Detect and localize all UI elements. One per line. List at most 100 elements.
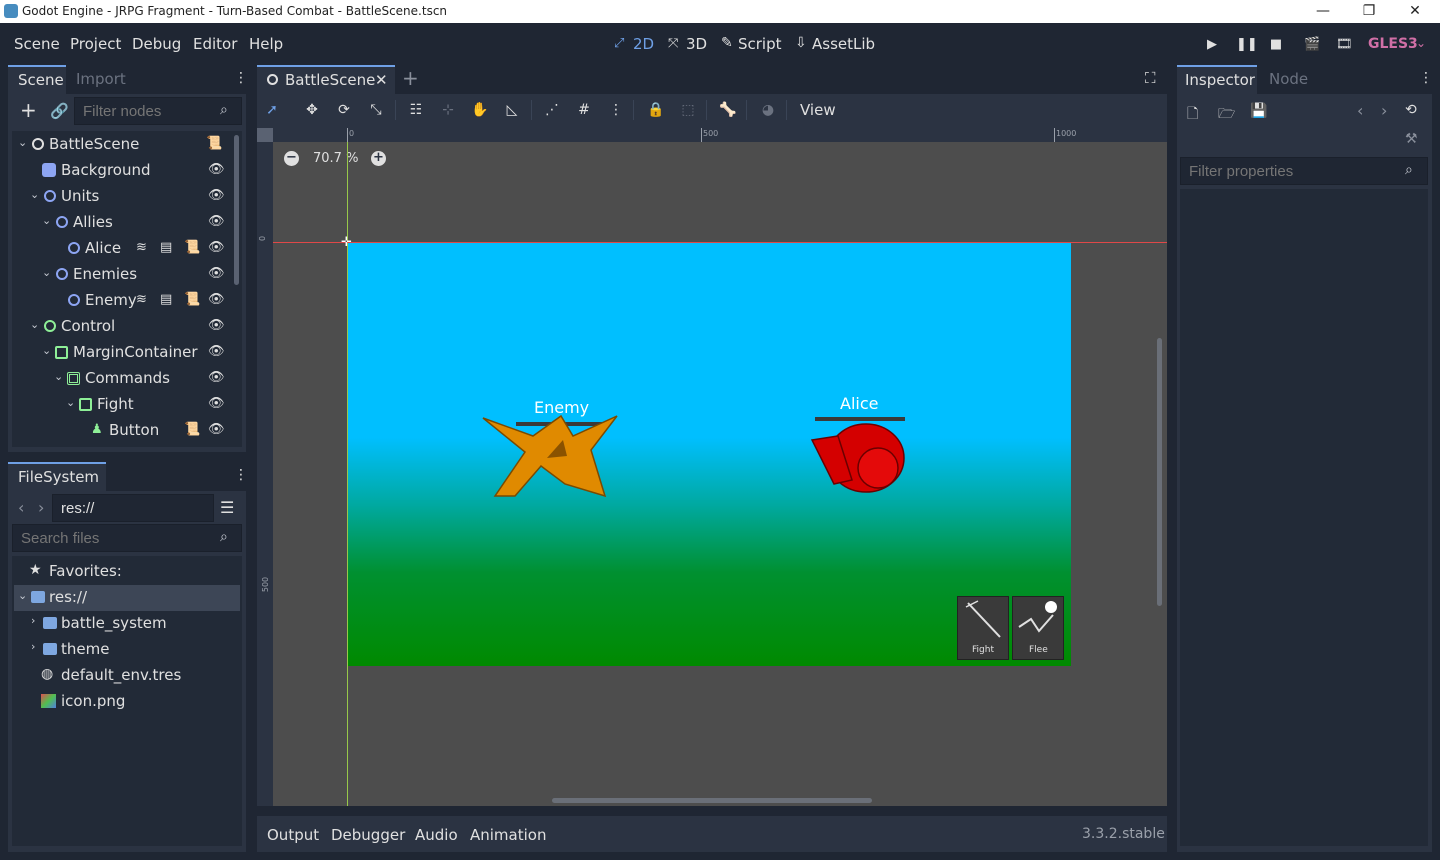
script-icon[interactable]: 📜	[184, 240, 200, 255]
tree-node-background[interactable]: Background 👁	[14, 158, 240, 184]
group-icon[interactable]: ⬚	[678, 100, 698, 120]
renderer-select[interactable]: GLES3	[1368, 36, 1418, 52]
lock-icon[interactable]: 🔒	[646, 100, 666, 120]
visibility-eye-icon[interactable]: 👁	[208, 189, 225, 203]
camera-icon[interactable]: ◕	[758, 100, 778, 120]
pivot-icon[interactable]: ⊹	[438, 100, 458, 120]
tab-scene[interactable]: Scene	[8, 65, 66, 94]
dock-menu-icon[interactable]: ⋮	[1419, 70, 1433, 86]
tab-battlescene[interactable]: BattleScene ✕	[257, 65, 395, 94]
file-item-icon-png[interactable]: icon.png	[14, 689, 240, 715]
split-view-icon[interactable]: ☰	[220, 498, 234, 517]
zoom-level[interactable]: 70.7 %	[313, 151, 358, 166]
forward-arrow-icon[interactable]: ›	[38, 498, 44, 517]
add-node-button[interactable]: +	[20, 100, 37, 120]
menu-help[interactable]: Help	[249, 35, 283, 53]
signal-icon[interactable]: ≋	[136, 240, 147, 255]
play-scene-button[interactable]: 🎬	[1304, 37, 1320, 53]
zoom-out-button[interactable]: −	[284, 151, 299, 166]
play-custom-scene-button[interactable]: 🎞	[1336, 37, 1353, 53]
tree-node-enemies[interactable]: ⌄ Enemies 👁	[14, 262, 240, 288]
forward-arrow-icon[interactable]: ›	[1381, 101, 1387, 120]
new-resource-icon[interactable]: 🗋	[1187, 103, 1198, 127]
open-folder-icon[interactable]: 🗁	[1218, 103, 1235, 127]
view-menu[interactable]: View	[800, 101, 836, 119]
tab-node[interactable]: Node	[1269, 70, 1308, 88]
file-item-default-env[interactable]: ◍ default_env.tres	[14, 663, 240, 689]
zoom-in-button[interactable]: +	[371, 151, 386, 166]
vertical-scrollbar[interactable]	[1157, 338, 1162, 606]
pause-button[interactable]: ❚❚	[1236, 37, 1258, 53]
maximize-button[interactable]: ❐	[1346, 0, 1392, 23]
pan-hand-icon[interactable]: ✋	[470, 100, 490, 120]
close-tab-icon[interactable]: ✕	[375, 71, 388, 89]
horizontal-scrollbar[interactable]	[552, 798, 872, 803]
script-icon[interactable]: 📜	[206, 136, 222, 151]
visibility-eye-icon[interactable]: 👁	[208, 267, 225, 281]
path-input[interactable]	[52, 494, 214, 522]
ruler-icon[interactable]: ◺	[502, 100, 522, 120]
tab-filesystem[interactable]: FileSystem	[8, 462, 106, 491]
filter-properties-input[interactable]	[1180, 157, 1428, 185]
back-arrow-icon[interactable]: ‹	[18, 498, 24, 517]
play-button[interactable]: ▶	[1204, 37, 1220, 53]
dock-menu-icon[interactable]: ⋮	[234, 70, 248, 86]
tab-audio[interactable]: Audio	[415, 826, 458, 844]
tree-node-enemy[interactable]: Enemy ≋ ▤ 📜 👁	[14, 288, 240, 314]
new-tab-button[interactable]: +	[402, 66, 419, 90]
grid-snap-icon[interactable]: #	[574, 100, 594, 120]
tab-animation[interactable]: Animation	[470, 826, 546, 844]
visibility-eye-icon[interactable]: 👁	[208, 163, 225, 177]
tab-output[interactable]: Output	[267, 826, 319, 844]
rotate-mode-icon[interactable]: ⟳	[334, 100, 354, 120]
tree-node-commands[interactable]: ⌄ Commands 👁	[14, 366, 240, 392]
select-mode-icon[interactable]: ➚	[262, 100, 282, 120]
snap-options-icon[interactable]: ⋮	[606, 100, 626, 120]
fullscreen-icon[interactable]: ⛶	[1145, 69, 1156, 87]
visibility-eye-icon[interactable]: 👁	[208, 423, 225, 437]
minimize-button[interactable]: —	[1300, 0, 1346, 23]
tab-inspector[interactable]: Inspector	[1177, 65, 1257, 94]
scale-mode-icon[interactable]: ⤡	[366, 100, 386, 120]
visibility-eye-icon[interactable]: 👁	[208, 293, 225, 307]
signal-icon[interactable]: ≋	[136, 292, 147, 307]
group-icon[interactable]: ▤	[160, 240, 172, 255]
tree-node-fight[interactable]: ⌄ Fight 👁	[14, 392, 240, 418]
stop-button[interactable]: ■	[1268, 37, 1284, 53]
visibility-eye-icon[interactable]: 👁	[208, 241, 225, 255]
menu-scene[interactable]: Scene	[14, 35, 60, 53]
flee-button[interactable]: Flee	[1012, 596, 1064, 660]
tree-node-units[interactable]: ⌄ Units 👁	[14, 184, 240, 210]
tree-node-battlescene[interactable]: ⌄ BattleScene 📜	[14, 132, 240, 158]
close-window-button[interactable]: ✕	[1392, 0, 1438, 23]
alice-name-label[interactable]: Alice	[840, 394, 878, 413]
tab-debugger[interactable]: Debugger	[331, 826, 405, 844]
dock-menu-icon[interactable]: ⋮	[234, 467, 248, 483]
canvas-viewport[interactable]: 0 500 1000 0 500 − 70.7 % + ✛ Enemy Alic…	[257, 128, 1167, 806]
filter-nodes-input[interactable]	[74, 97, 242, 125]
back-arrow-icon[interactable]: ‹	[1357, 101, 1363, 120]
visibility-eye-icon[interactable]: 👁	[208, 397, 225, 411]
visibility-eye-icon[interactable]: 👁	[208, 345, 225, 359]
tree-node-button[interactable]: ♟ Button 📜 👁	[14, 418, 240, 444]
instance-scene-icon[interactable]: 🔗	[50, 102, 69, 120]
script-icon[interactable]: 📜	[184, 292, 200, 307]
file-item-res[interactable]: ⌄ res://	[14, 585, 240, 611]
smart-snap-icon[interactable]: ⋰	[542, 100, 562, 120]
script-icon[interactable]: 📜	[184, 422, 200, 437]
tools-icon[interactable]: ⚒	[1405, 131, 1418, 147]
alice-sprite[interactable]	[808, 420, 918, 500]
fight-button[interactable]: Fight	[957, 596, 1009, 660]
save-icon[interactable]: 💾	[1250, 103, 1267, 119]
tree-node-allies[interactable]: ⌄ Allies 👁	[14, 210, 240, 236]
menu-debug[interactable]: Debug	[132, 35, 181, 53]
enemy-sprite[interactable]	[481, 412, 621, 502]
history-icon[interactable]: ⟲	[1405, 102, 1417, 118]
search-files-input[interactable]	[12, 524, 242, 552]
visibility-eye-icon[interactable]: 👁	[208, 371, 225, 385]
tab-import[interactable]: Import	[66, 65, 136, 94]
tree-node-control[interactable]: ⌄ Control 👁	[14, 314, 240, 340]
file-item-battle-system[interactable]: › battle_system	[14, 611, 240, 637]
menu-editor[interactable]: Editor	[193, 35, 237, 53]
visibility-eye-icon[interactable]: 👁	[208, 215, 225, 229]
